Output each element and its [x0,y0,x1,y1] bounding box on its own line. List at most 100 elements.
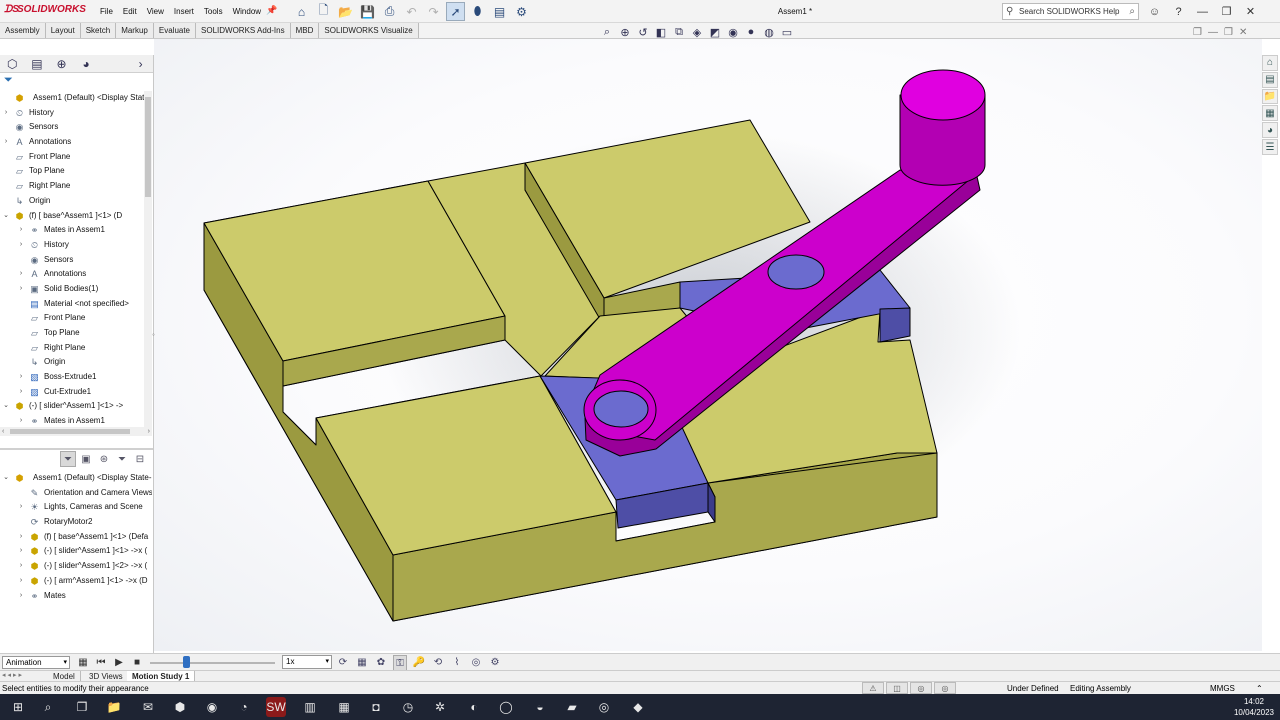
tree-item[interactable]: › A Annotations [0,135,152,150]
file-explorer-icon[interactable]: 📁 [104,697,124,717]
tree-item[interactable]: ▱ Front Plane [0,150,152,165]
design-library-icon[interactable]: ▤ [1262,71,1278,88]
options-gear-icon[interactable]: ⚙ [512,2,531,21]
tree-vertical-scrollbar[interactable] [144,91,152,431]
open-folder-icon[interactable]: 📂 [336,2,355,21]
filter-driving-icon[interactable]: ▣ [78,451,94,467]
tree-horizontal-scrollbar[interactable]: ‹ › [0,427,152,436]
tree-item[interactable]: › ⚭ Mates in Assem1 [0,223,152,238]
featuremanager-tab-icon[interactable]: ⬡ [0,57,25,71]
menu-file[interactable]: File [95,0,118,23]
system-clock[interactable]: 14:02 10/04/2023 [1230,696,1278,718]
windows-start-icon[interactable]: ⊞ [8,697,28,717]
expand-arrow-icon[interactable]: › [17,267,25,282]
expand-arrow-icon[interactable]: › [17,223,25,238]
previous-view-icon[interactable]: ↺ [636,26,650,39]
doc-close-icon[interactable]: ✕ [1239,27,1247,38]
play-icon[interactable]: ▶ [112,655,126,670]
expand-arrow-icon[interactable]: › [2,135,10,150]
tree-item[interactable]: ⌄ ⬢ Assem1 (Default) <Display State-1 [0,471,152,486]
quick-tips-icon[interactable]: ◫ [886,682,908,694]
tab-addins[interactable]: SOLIDWORKS Add-Ins [196,23,291,38]
task-view-icon[interactable]: ❐ [72,697,92,717]
expand-arrow-icon[interactable]: › [17,370,25,385]
expand-arrow-icon[interactable]: ⌄ [2,209,10,224]
custom-properties-icon[interactable]: ☰ [1262,139,1278,155]
configurationmanager-tab-icon[interactable]: ⊕ [49,57,74,71]
rebuild-status-icon[interactable]: ⚠ [862,682,884,694]
restore-icon[interactable]: ❐ [1216,3,1237,20]
filter-selected-icon[interactable]: ⊛ [96,451,112,467]
doc-tile-icon[interactable]: ❐ [1193,27,1202,38]
expand-arrow-icon[interactable]: › [17,530,25,545]
tree-item[interactable]: ▱ Top Plane [0,326,152,341]
hide-show-items-icon[interactable]: ◉ [726,26,740,39]
save-icon[interactable]: 💾 [358,2,377,21]
expand-arrow-icon[interactable]: › [17,559,25,574]
playback-speed-select[interactable]: 1x ▾ [282,655,332,669]
playback-slider-track[interactable] [150,662,275,664]
playback-slider-handle[interactable] [183,656,190,668]
obs-icon[interactable]: ◎ [594,697,614,717]
collapse-tree-icon[interactable]: ⊟ [132,451,148,467]
apply-scene-icon[interactable]: ◍ [762,26,776,39]
tree-item[interactable]: ◉ Sensors [0,120,152,135]
solidworks-2022-icon[interactable]: ▥ [300,697,320,717]
traffic-light-icon[interactable]: ⬮ [468,2,487,21]
graphics-area[interactable] [154,39,1262,651]
tab-visualize[interactable]: SOLIDWORKS Visualize [319,23,419,38]
tree-item[interactable]: ⌄ ⬢ (f) [ base^Assem1 ]<1> (D [0,209,152,224]
menu-window[interactable]: Window [228,0,266,23]
tab-evaluate[interactable]: Evaluate [153,23,197,38]
stop-icon[interactable]: ■ [130,655,144,670]
play-from-start-icon[interactable]: ⏮ [94,655,108,670]
tree-item[interactable]: › ⚭ Mates [0,589,152,604]
tree-item[interactable]: ⟳ RotaryMotor2 [0,515,152,530]
calculate-icon[interactable]: ▦ [76,655,90,670]
filter-results-icon[interactable]: ⏷ [114,451,130,467]
expand-arrow-icon[interactable]: › [17,544,25,559]
calculator-icon[interactable]: ▦ [334,697,354,717]
hscroll-thumb[interactable] [10,429,130,434]
tab-layout[interactable]: Layout [45,23,81,38]
status-view-icon[interactable]: ◎ [910,682,932,694]
help-search-input[interactable]: ⚲ Search SOLIDWORKS Help ⌕ [1002,3,1139,20]
print-icon[interactable]: ⎙ [380,2,399,21]
tree-item[interactable]: › ⬢ (-) [ slider^Assem1 ]<2> ->x ( [0,559,152,574]
tree-item[interactable]: ▱ Right Plane [0,179,152,194]
select-pointer-icon[interactable]: ➚ [446,2,465,21]
zoom-to-fit-icon[interactable]: ⌕ [600,26,614,39]
expand-arrow-icon[interactable]: › [17,282,25,297]
tree-item[interactable]: › ☀ Lights, Cameras and Scene [0,500,152,515]
displaymanager-tab-icon[interactable]: ◕ [74,57,99,71]
tree-item[interactable]: › ▧ Boss-Extrude1 [0,370,152,385]
app-folder-icon[interactable]: ▰ [562,697,582,717]
tree-item[interactable]: ▱ Top Plane [0,164,152,179]
expand-arrow-icon[interactable]: ⌄ [2,471,10,486]
menu-view[interactable]: View [142,0,169,23]
app-fish-icon[interactable]: ◒ [530,697,550,717]
tree-item[interactable]: › ⏲ History [0,238,152,253]
tree-item[interactable]: › ⬢ (-) [ arm^Assem1 ]<1> ->x (D [0,574,152,589]
app-icon[interactable]: ⬢ [170,697,190,717]
snipping-tool-icon[interactable]: ◘ [366,697,386,717]
file-explorer-icon[interactable]: 📁 [1262,88,1278,105]
undo-icon[interactable]: ↶ [402,2,421,21]
filter-animated-icon[interactable]: ⏷ [60,451,76,467]
status-display-icon[interactable]: ◎ [934,682,956,694]
tree-item[interactable]: › ⬢ (f) [ base^Assem1 ]<1> (Defa [0,530,152,545]
expand-arrow-icon[interactable]: ⌄ [2,399,10,414]
view-palette-icon[interactable]: ▦ [1262,105,1278,122]
clock-app-icon[interactable]: ◷ [398,697,418,717]
tree-item[interactable]: ⌄ ⬢ (-) [ slider^Assem1 ]<1> -> [0,399,152,414]
tree-item[interactable]: ↳ Origin [0,355,152,370]
study-type-select[interactable]: Animation ▾ [2,656,70,669]
tree-item[interactable]: › ⬢ (-) [ slider^Assem1 ]<1> ->x ( [0,544,152,559]
solidworks-logo[interactable]: ᗪSSOLIDWORKS [4,4,86,15]
minimize-icon[interactable]: — [1192,3,1213,20]
tree-item[interactable]: ▱ Front Plane [0,311,152,326]
new-document-icon[interactable]: 🗋 [314,2,333,21]
edge-icon[interactable]: ◐ [464,697,484,717]
scrollbar-thumb[interactable] [145,97,151,197]
tree-item[interactable]: › ▨ Cut-Extrude1 [0,385,152,400]
